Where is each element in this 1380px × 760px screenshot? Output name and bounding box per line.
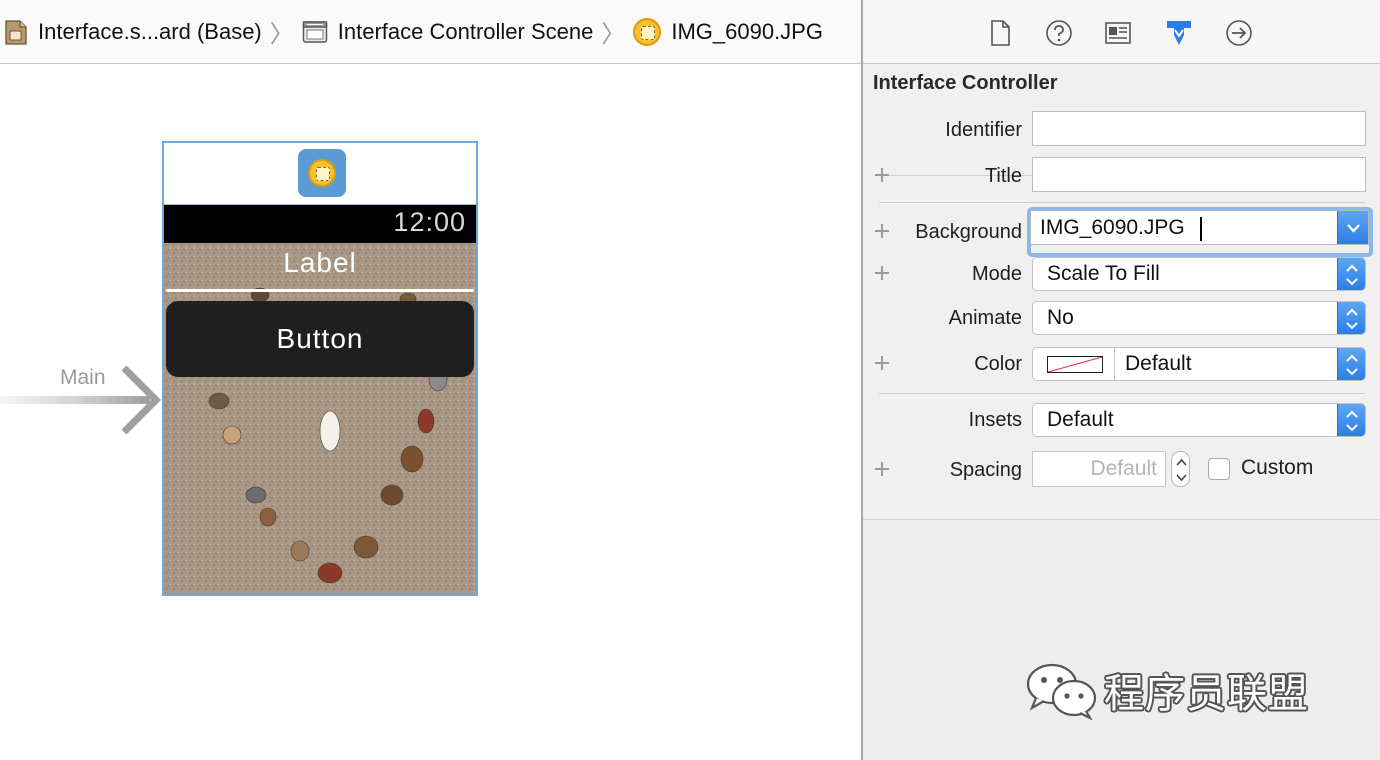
jump-bar: Interface.s...ard (Base) 〉 Interface Con… xyxy=(0,0,861,64)
mode-popup[interactable]: Scale To Fill xyxy=(1032,257,1366,291)
title-label: Title xyxy=(984,165,1022,187)
scene-controller-badge[interactable] xyxy=(298,149,346,197)
add-variation-plus-icon[interactable] xyxy=(875,462,889,476)
identifier-label: Identifier xyxy=(945,119,1022,141)
mode-value: Scale To Fill xyxy=(1047,262,1160,285)
attributes-shield-icon[interactable] xyxy=(1164,18,1194,48)
divider xyxy=(879,202,1365,203)
watch-screen: 12:00 Label Button xyxy=(164,205,476,594)
inspector-section-interface-controller: Interface Controller Identifier Title Ba… xyxy=(863,64,1380,520)
breadcrumb-chevron-icon: 〉 xyxy=(601,21,626,48)
animate-value: No xyxy=(1047,306,1074,329)
watch-status-bar: 12:00 xyxy=(164,205,476,243)
custom-spacing-label: Custom xyxy=(1241,456,1314,479)
custom-spacing-checkbox[interactable] xyxy=(1208,458,1230,480)
spacing-label: Spacing xyxy=(949,459,1022,481)
add-variation-plus-icon[interactable] xyxy=(875,224,889,238)
add-variation-plus-icon[interactable] xyxy=(875,266,889,280)
watch-button[interactable]: Button xyxy=(166,301,474,377)
watermark: 程序员联盟 xyxy=(1024,660,1309,720)
background-label: Background xyxy=(915,221,1022,243)
scene-header xyxy=(164,143,476,205)
animate-label: Animate xyxy=(948,307,1022,329)
spacing-placeholder: Default xyxy=(1090,457,1157,480)
interface-controller-icon xyxy=(308,159,336,187)
section-title: Interface Controller xyxy=(873,72,1058,94)
title-field[interactable] xyxy=(1032,157,1366,192)
insets-popup[interactable]: Default xyxy=(1032,403,1366,437)
breadcrumb-item-scene[interactable]: Interface Controller Scene xyxy=(302,0,594,64)
default-color-swatch xyxy=(1047,356,1103,373)
storyboard-file-icon xyxy=(4,18,28,46)
up-down-chevron-icon xyxy=(1337,404,1365,436)
background-value[interactable]: IMG_6090.JPG xyxy=(1040,216,1185,240)
watch-time: 12:00 xyxy=(393,207,466,237)
identity-card-icon[interactable] xyxy=(1103,18,1133,48)
document-icon[interactable] xyxy=(985,18,1015,48)
up-down-chevron-icon xyxy=(1337,302,1365,334)
chevron-down-icon xyxy=(1347,224,1360,233)
interface-controller-scene[interactable]: 12:00 Label Button xyxy=(162,141,478,596)
insets-label: Insets xyxy=(968,409,1022,431)
watch-label[interactable]: Label xyxy=(164,243,476,291)
breadcrumb-label-storyboard: Interface.s...ard (Base) xyxy=(38,18,262,44)
add-variation-plus-icon[interactable] xyxy=(875,356,889,370)
mode-label: Mode xyxy=(971,263,1022,285)
stepper-arrows-icon xyxy=(1176,458,1187,482)
background-image xyxy=(164,243,476,594)
storyboard-canvas[interactable]: Interface.s...ard (Base) 〉 Interface Con… xyxy=(0,0,861,760)
background-dropdown-button[interactable] xyxy=(1337,211,1368,244)
up-down-chevron-icon xyxy=(1337,258,1365,290)
color-popup[interactable]: Default xyxy=(1032,347,1366,381)
insets-value: Default xyxy=(1047,408,1114,431)
animate-popup[interactable]: No xyxy=(1032,301,1366,335)
spacing-field[interactable]: Default xyxy=(1032,451,1166,487)
breadcrumb-label-image: IMG_6090.JPG xyxy=(671,18,823,44)
divider xyxy=(879,393,1365,394)
attributes-inspector: Interface Controller Identifier Title Ba… xyxy=(861,0,1380,760)
color-well[interactable] xyxy=(1033,348,1115,380)
entry-point-arrow-icon[interactable] xyxy=(0,362,164,438)
breadcrumb-item-image[interactable]: IMG_6090.JPG xyxy=(633,0,823,64)
inspector-empty-area xyxy=(863,520,1380,760)
color-label: Color xyxy=(974,353,1022,375)
label-underline xyxy=(166,289,474,292)
arrow-circle-icon[interactable] xyxy=(1224,18,1254,48)
wechat-icon xyxy=(1026,663,1097,720)
text-caret xyxy=(1200,217,1202,241)
image-asset-icon xyxy=(633,17,662,46)
inspector-tab-bar xyxy=(863,0,1380,64)
spacing-stepper[interactable] xyxy=(1171,451,1190,487)
scene-icon xyxy=(302,20,328,44)
watermark-text: 程序员联盟 xyxy=(1104,671,1309,717)
color-value: Default xyxy=(1125,352,1192,375)
breadcrumb-label-scene: Interface Controller Scene xyxy=(337,18,594,44)
question-mark-icon[interactable] xyxy=(1044,18,1074,48)
identifier-field[interactable] xyxy=(1032,111,1366,146)
breadcrumb-chevron-icon: 〉 xyxy=(269,21,294,48)
up-down-chevron-icon xyxy=(1337,348,1365,380)
add-variation-plus-icon[interactable] xyxy=(875,168,889,182)
background-combo-box[interactable]: IMG_6090.JPG xyxy=(1030,210,1369,245)
breadcrumb-item-storyboard[interactable]: Interface.s...ard (Base) xyxy=(0,0,262,64)
